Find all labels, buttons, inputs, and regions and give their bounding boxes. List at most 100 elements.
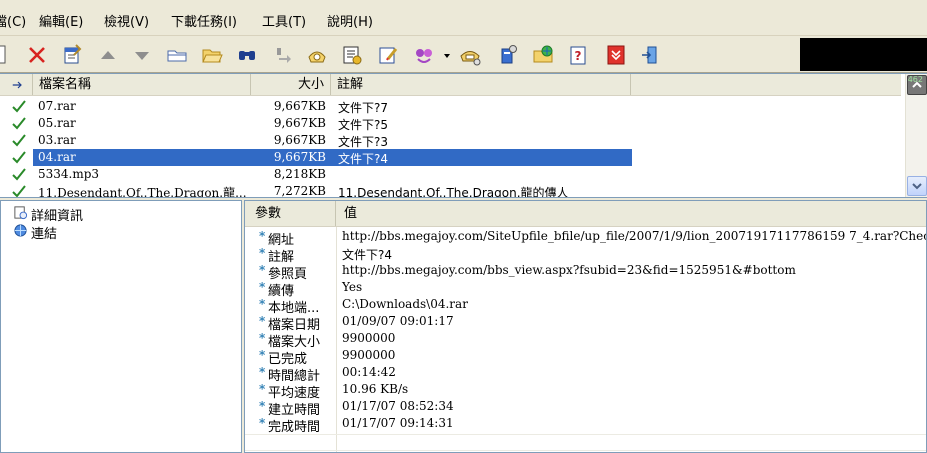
property-value: 01/09/07 09:01:17 (342, 314, 454, 328)
file-note: 文件下?3 (338, 135, 389, 149)
property-row[interactable]: * 時間總計 00:14:42 (245, 364, 926, 384)
list-item[interactable]: 07.rar 9,667KB 文件下?7 (0, 98, 632, 115)
complete-check-icon (12, 134, 26, 147)
list-item[interactable]: 05.rar 9,667KB 文件下?5 (0, 115, 632, 132)
exit-icon[interactable] (604, 43, 628, 67)
tree-item-label: 詳細資訊 (31, 209, 84, 224)
link-icon (14, 224, 27, 237)
complete-check-icon (12, 185, 26, 197)
property-row[interactable]: * 平均速度 10.96 KB/s (245, 381, 926, 401)
list-item[interactable]: 5334.mp3 8,218KB (0, 166, 632, 183)
dial-icon[interactable] (305, 43, 329, 67)
file-size: 7,272KB (273, 184, 326, 198)
details-icon (14, 206, 28, 220)
menu-file[interactable]: 檔(C) (0, 11, 26, 30)
list-item[interactable]: 11.Desendant.Of..The.Dragon.龍... 7,272KB… (0, 183, 632, 198)
category-icon[interactable] (531, 43, 555, 67)
file-name: 07.rar (38, 99, 76, 113)
list-header-status[interactable] (0, 74, 33, 95)
bullet-icon: * (259, 297, 266, 311)
open-folder-icon[interactable] (200, 43, 224, 67)
move-up-icon[interactable] (96, 43, 120, 67)
property-value: Yes (342, 280, 363, 294)
menu-download-tasks[interactable]: 下載任務(I) (171, 11, 237, 30)
column-header-param[interactable]: 參數 (245, 201, 336, 226)
edit-icon[interactable] (376, 43, 400, 67)
property-row[interactable]: * 完成時間 01/17/07 09:14:31 (245, 415, 926, 435)
complete-check-icon (12, 100, 26, 113)
list-item[interactable]: 03.rar 9,667KB 文件下?3 (0, 132, 632, 149)
door-exit-icon[interactable] (638, 43, 662, 67)
help-icon[interactable]: ? (566, 43, 590, 67)
file-name: 04.rar (38, 150, 76, 164)
scroll-down-button[interactable] (907, 176, 927, 196)
progress-display (800, 38, 927, 71)
file-name: 03.rar (38, 133, 76, 147)
find-next-icon[interactable] (271, 43, 295, 67)
property-value: 00:14:42 (342, 365, 396, 379)
property-value: 文件下?4 (342, 248, 393, 262)
find-icon[interactable] (235, 43, 259, 67)
property-row[interactable]: * 參照頁 http://bbs.megajoy.com/bbs_view.aspx… (245, 262, 926, 282)
network-icon[interactable] (412, 43, 436, 67)
tree-item-label: 連結 (31, 227, 58, 242)
svg-text:?: ? (575, 49, 582, 63)
complete-check-icon (12, 168, 26, 181)
file-size: 9,667KB (273, 133, 326, 147)
properties-icon[interactable] (60, 43, 84, 67)
move-down-icon[interactable] (130, 43, 154, 67)
file-name: 5334.mp3 (38, 167, 100, 181)
property-row[interactable]: * 已完成 9900000 (245, 347, 926, 367)
options-icon[interactable] (496, 43, 520, 67)
property-row[interactable]: * 本地端... C:\Downloads\04.rar (245, 296, 926, 316)
property-value: http://bbs.megajoy.com/bbs_view.aspx?fsu… (342, 263, 796, 277)
column-header-value[interactable]: 值 (336, 201, 926, 226)
bullet-icon: * (259, 348, 266, 362)
property-row[interactable]: * 續傳 Yes (245, 279, 926, 299)
phone-icon[interactable] (458, 43, 482, 67)
bullet-icon: * (259, 280, 266, 294)
file-note: 文件下?5 (338, 118, 389, 132)
file-name: 11.Desendant.Of..The.Dragon.龍... (38, 186, 247, 198)
list-header: 檔案名稱 大小 註解 (0, 74, 901, 96)
bullet-icon: * (259, 246, 266, 260)
bullet-icon: * (259, 314, 266, 328)
property-value: 9900000 (342, 348, 396, 362)
property-row[interactable]: * 網址 http://bbs.megajoy.com/SiteUpfile_bfi… (245, 228, 926, 248)
column-header-size[interactable]: 大小 (251, 74, 331, 95)
detail-tree: 詳細資訊 連結 (0, 200, 242, 453)
property-row[interactable]: * 檔案日期 01/09/07 09:01:17 (245, 313, 926, 333)
property-row[interactable]: * 建立時間 01/17/07 08:52:34 (245, 398, 926, 418)
property-value: 01/17/07 09:14:31 (342, 416, 454, 430)
list-item-selected[interactable]: 04.rar 9,667KB 文件下?4 (33, 149, 632, 166)
download-list: 檔案名稱 大小 註解 07.rar 9,667KB 文件下?7 05.rar 9… (0, 73, 927, 198)
column-header-name[interactable]: 檔案名稱 (33, 74, 251, 95)
menu-edit[interactable]: 編輯(E) (39, 11, 83, 30)
property-key: 完成時間 (268, 420, 321, 435)
scroll-tag: 462 (907, 75, 923, 84)
property-row[interactable]: * 註解 文件下?4 (245, 245, 926, 265)
property-grid: 參數 值 * 網址 http://bbs.megajoy.com/SiteUpfil… (244, 200, 927, 453)
menu-help[interactable]: 說明(H) (327, 11, 373, 30)
property-value: 10.96 KB/s (342, 382, 409, 396)
list-scrollbar[interactable]: 462 (905, 74, 927, 197)
column-header-note[interactable]: 註解 (331, 74, 631, 95)
menu-tools[interactable]: 工具(T) (262, 11, 306, 30)
row-divider (245, 434, 926, 435)
new-icon[interactable] (0, 43, 10, 67)
menu-view[interactable]: 檢視(V) (104, 11, 149, 30)
file-size: 9,667KB (273, 99, 326, 113)
file-name: 05.rar (38, 116, 76, 130)
props-header: 參數 值 (245, 201, 926, 227)
folder-icon[interactable] (165, 43, 189, 67)
property-row[interactable]: * 檔案大小 9900000 (245, 330, 926, 350)
bullet-icon: * (259, 382, 266, 396)
file-note: 11.Desendant.Of..The.Dragon.龍的傳人 (338, 186, 569, 198)
file-size: 9,667KB (273, 150, 326, 164)
schedule-icon[interactable] (340, 43, 364, 67)
delete-icon[interactable] (25, 43, 49, 67)
property-value: 9900000 (342, 331, 396, 345)
bullet-icon: * (259, 263, 266, 277)
network-dropdown-arrow[interactable] (444, 54, 450, 58)
file-note: 文件下?4 (338, 152, 389, 166)
